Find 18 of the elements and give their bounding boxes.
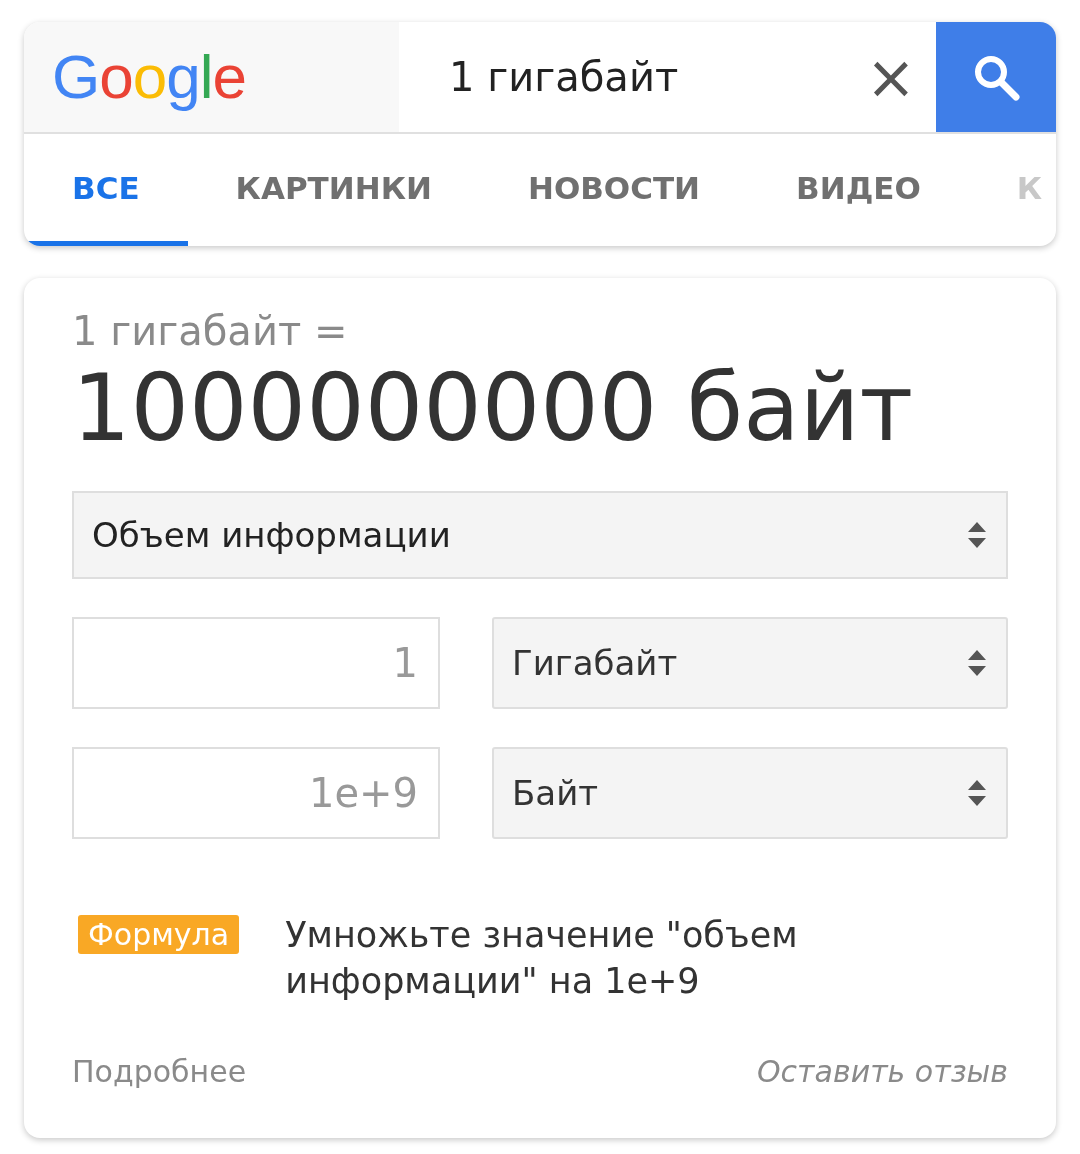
search-button[interactable] [936, 22, 1056, 132]
unit-select[interactable]: Байт [492, 747, 1008, 840]
feedback-link[interactable]: Оставить отзыв [757, 1054, 1008, 1090]
equation-text: 1 гигабайт = [72, 308, 349, 354]
category-select[interactable]: Объем информации [72, 491, 1008, 580]
value-field[interactable]: 1 [72, 617, 440, 710]
value-field[interactable]: 1e+9 [72, 747, 440, 840]
tab[interactable]: ВСЕ [24, 134, 188, 246]
search-field[interactable]: 1 гигабайт [399, 22, 846, 132]
formula-badge: Формула [78, 915, 240, 955]
tab[interactable]: НОВОСТИ [479, 134, 749, 246]
tab[interactable]: ВИДЕО [748, 134, 969, 246]
tab[interactable]: КАРТИНКИ [187, 134, 480, 246]
clear-button[interactable]: × [846, 22, 936, 132]
unit-select[interactable]: Гигабайт [492, 617, 1008, 710]
result-value: 1000000000 байт [72, 358, 915, 460]
formula-text: Умножьте значение "объем информации" на 1e+9 [285, 914, 799, 1003]
more-link[interactable]: Подробнее [72, 1054, 247, 1090]
